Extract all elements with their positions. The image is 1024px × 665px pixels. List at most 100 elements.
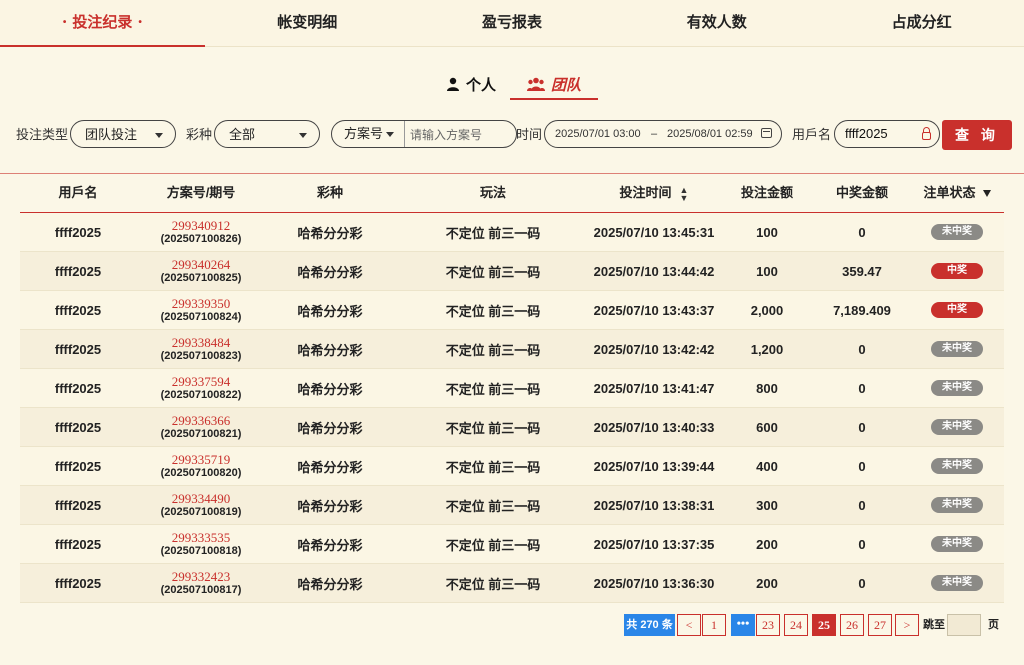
page-26[interactable]: 26 [840, 614, 864, 636]
period-number: (202507100819) [160, 505, 242, 518]
cell-win-amount: 0 [858, 224, 866, 240]
order-number-link[interactable]: 299332423 [172, 569, 231, 584]
username-input[interactable]: ffff2025 [834, 120, 940, 148]
status-badge: 未中奖 [931, 419, 983, 435]
period-number: (202507100823) [160, 349, 242, 362]
cell-username: ffff2025 [54, 575, 102, 591]
cell-bet-time: 2025/07/10 13:42:42 [593, 341, 715, 357]
cell-lottery: 哈希分分彩 [297, 498, 363, 514]
prev-page-button[interactable]: < [677, 614, 701, 636]
header-bet-time[interactable]: 投注时间 ▲ ▼ [592, 178, 716, 208]
header-status[interactable]: 注单状态 [910, 178, 1004, 208]
table-row: ffff2025 299338484 (202507100823) 哈希分分彩 不定位 … [20, 330, 1004, 369]
tab-team[interactable]: 团队 [510, 70, 598, 100]
table-row: ffff2025 299334490 (202507100819) 哈希分分彩 不定位 … [20, 486, 1004, 525]
cell-order: 299340912 (202507100826) [136, 213, 266, 251]
cell-username: ffff2025 [54, 341, 102, 357]
cell-order: 299340264 (202507100825) [136, 252, 266, 290]
cell-username: ffff2025 [54, 302, 102, 318]
date-start: 2025/07/01 03:00 [555, 128, 641, 140]
scheme-number-input[interactable] [408, 121, 516, 147]
next-page-button[interactable]: > [895, 614, 919, 636]
lottery-label: 彩种 [186, 127, 213, 142]
divider [0, 173, 1024, 174]
filter-icon[interactable] [982, 190, 991, 198]
tab-share-dividend[interactable]: 占成分红 [819, 0, 1024, 46]
cell-bet-amount: 600 [756, 419, 778, 435]
order-number-link[interactable]: 299339350 [172, 296, 231, 311]
period-number: (202507100825) [160, 271, 242, 284]
order-number-link[interactable]: 299333535 [172, 530, 231, 545]
status-badge: 未中奖 [931, 575, 983, 591]
period-number: (202507100820) [160, 466, 242, 479]
order-number-link[interactable]: 299335719 [172, 452, 231, 467]
tab-account-changes[interactable]: 帐变明细 [205, 0, 410, 46]
lock-icon [922, 127, 931, 140]
date-range-picker[interactable]: 2025/07/01 03:00 – 2025/08/01 02:59 [544, 120, 782, 148]
tab-bet-records[interactable]: • 投注纪录 • [0, 0, 205, 47]
period-number: (202507100818) [160, 544, 242, 557]
bet-records-page: • 投注纪录 • 帐变明细 盈亏报表 有效人数 占成分红 个人 团队 投注类型 团队… [0, 0, 1024, 665]
header-win-amount: 中奖金额 [835, 185, 888, 200]
table-row: ffff2025 299332423 (202507100817) 哈希分分彩 不定位 … [20, 564, 1004, 603]
period-number: (202507100821) [160, 427, 242, 440]
cell-lottery: 哈希分分彩 [297, 225, 363, 241]
status-badge: 未中奖 [931, 224, 983, 240]
bet-type-select[interactable]: 团队投注 [70, 120, 176, 148]
jump-page-input[interactable] [947, 614, 981, 636]
cell-status: 未中奖 [910, 213, 1004, 251]
cell-play: 不定位 前三一码 [445, 342, 541, 358]
cell-win-amount: 7,189.409 [833, 302, 891, 318]
page-1[interactable]: 1 [702, 614, 726, 636]
order-number-link[interactable]: 299340264 [172, 257, 231, 272]
cell-bet-time: 2025/07/10 13:36:30 [593, 575, 715, 591]
scope-tabs: 个人 团队 [0, 70, 1024, 100]
cell-play: 不定位 前三一码 [445, 576, 541, 592]
header-order-period: 方案号/期号 [166, 185, 236, 200]
caret-down-icon [299, 133, 307, 138]
tab-active-users[interactable]: 有效人数 [614, 0, 819, 46]
cell-win-amount: 0 [858, 575, 866, 591]
username-label: 用戶名 [792, 127, 832, 142]
cell-play: 不定位 前三一码 [445, 420, 541, 436]
cell-bet-time: 2025/07/10 13:41:47 [593, 380, 715, 396]
calendar-icon [761, 128, 772, 138]
page-27[interactable]: 27 [868, 614, 892, 636]
status-badge: 中奖 [931, 263, 983, 279]
cell-win-amount: 0 [858, 341, 866, 357]
cell-order: 299334490 (202507100819) [136, 486, 266, 524]
bet-type-label: 投注类型 [16, 127, 69, 142]
sort-icon[interactable]: ▲ ▼ [680, 185, 689, 202]
page-23[interactable]: 23 [756, 614, 780, 636]
page-24[interactable]: 24 [784, 614, 808, 636]
cell-play: 不定位 前三一码 [445, 264, 541, 280]
tab-personal[interactable]: 个人 [446, 70, 496, 98]
ellipsis-button[interactable]: ••• [731, 614, 755, 636]
cell-order: 299335719 (202507100820) [136, 447, 266, 485]
pagination: 共 270 条 < 1 ••• 23 24 25 26 27 > 跳至 页 [0, 614, 1024, 638]
cell-bet-time: 2025/07/10 13:39:44 [593, 458, 715, 474]
tab-profit-report[interactable]: 盈亏报表 [410, 0, 615, 46]
cell-status: 中奖 [910, 252, 1004, 290]
order-number-link[interactable]: 299338484 [172, 335, 231, 350]
scheme-type-select[interactable]: 方案号 [332, 121, 405, 147]
cell-play: 不定位 前三一码 [445, 537, 541, 553]
cell-username: ffff2025 [54, 419, 102, 435]
query-button[interactable]: 查 询 [942, 120, 1012, 150]
table-row: ffff2025 299335719 (202507100820) 哈希分分彩 不定位 … [20, 447, 1004, 486]
lottery-select[interactable]: 全部 [214, 120, 320, 148]
order-number-link[interactable]: 299334490 [172, 491, 231, 506]
cell-play: 不定位 前三一码 [445, 498, 541, 514]
status-badge: 未中奖 [931, 458, 983, 474]
cell-username: ffff2025 [54, 458, 102, 474]
cell-order: 299338484 (202507100823) [136, 330, 266, 368]
date-separator: – [651, 128, 658, 140]
order-number-link[interactable]: 299336366 [172, 413, 231, 428]
person-icon [447, 77, 459, 91]
page-25-current[interactable]: 25 [812, 614, 836, 636]
status-badge: 中奖 [931, 302, 983, 318]
dot-icon: • [138, 17, 142, 29]
cell-bet-amount: 400 [756, 458, 778, 474]
order-number-link[interactable]: 299340912 [172, 218, 231, 233]
order-number-link[interactable]: 299337594 [172, 374, 231, 389]
